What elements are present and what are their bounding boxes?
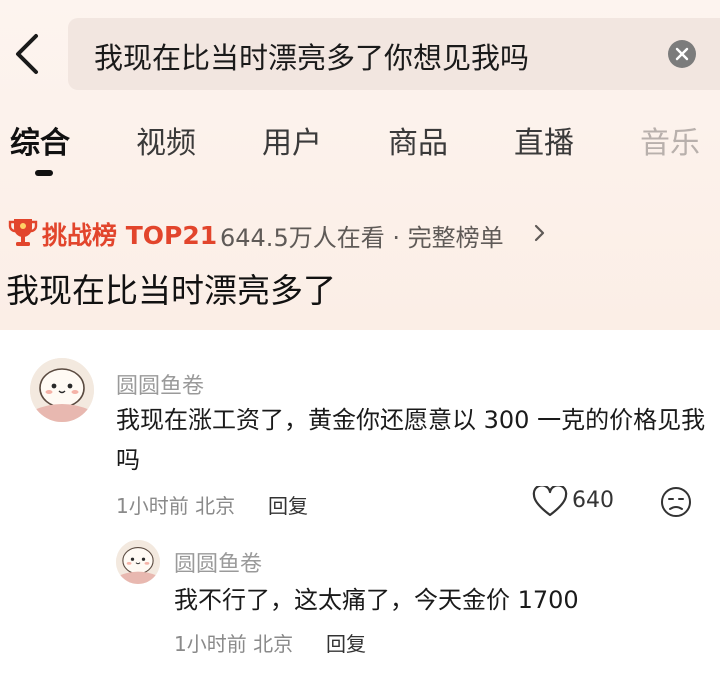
comment-time-location: 1小时前 北京 [116,494,236,518]
clear-icon[interactable] [668,40,696,68]
challenge-meta: 644.5万人在看 · 完整榜单 [220,224,504,252]
tab-video[interactable]: 视频 [136,118,196,162]
challenge-title: 挑战榜 TOP21 [42,221,218,250]
chevron-left-icon [16,34,38,74]
avatar[interactable] [116,540,160,584]
tab-music[interactable]: 音乐 [640,118,700,162]
search-tabs: 综合 视频 用户 商品 直播 音乐 [0,118,720,188]
tab-users[interactable]: 用户 [262,118,322,162]
search-input[interactable]: 我现在比当时漂亮多了你想见我吗 [94,35,529,77]
reply-time-location: 1小时前 北京 [174,632,294,656]
tab-comprehensive[interactable]: 综合 [10,118,70,162]
page-title: 我现在比当时漂亮多了 [6,271,336,310]
trophy-icon [8,219,38,246]
comment-author[interactable]: 圆圆鱼卷 [116,368,204,400]
heart-icon[interactable] [532,486,568,518]
chevron-right-icon[interactable] [534,224,546,242]
like-count: 640 [572,488,614,513]
search-bar[interactable]: 我现在比当时漂亮多了你想见我吗 [68,18,720,90]
avatar-image [116,540,160,584]
avatar-image [30,358,94,422]
reply-button[interactable]: 回复 [326,628,366,657]
reply-author[interactable]: 圆圆鱼卷 [174,546,262,578]
dislike-face-icon[interactable] [660,486,692,518]
tab-products[interactable]: 商品 [388,118,448,162]
active-tab-indicator [35,170,53,176]
reply-text: 我不行了，这太痛了，今天金价 1700 [174,586,579,614]
back-button[interactable] [8,26,48,82]
comment-text: 我现在涨工资了，黄金你还愿意以 300 一克的价格见我吗 [116,406,706,474]
avatar[interactable] [30,358,94,422]
reply-button[interactable]: 回复 [268,490,308,519]
tab-live[interactable]: 直播 [514,118,574,162]
